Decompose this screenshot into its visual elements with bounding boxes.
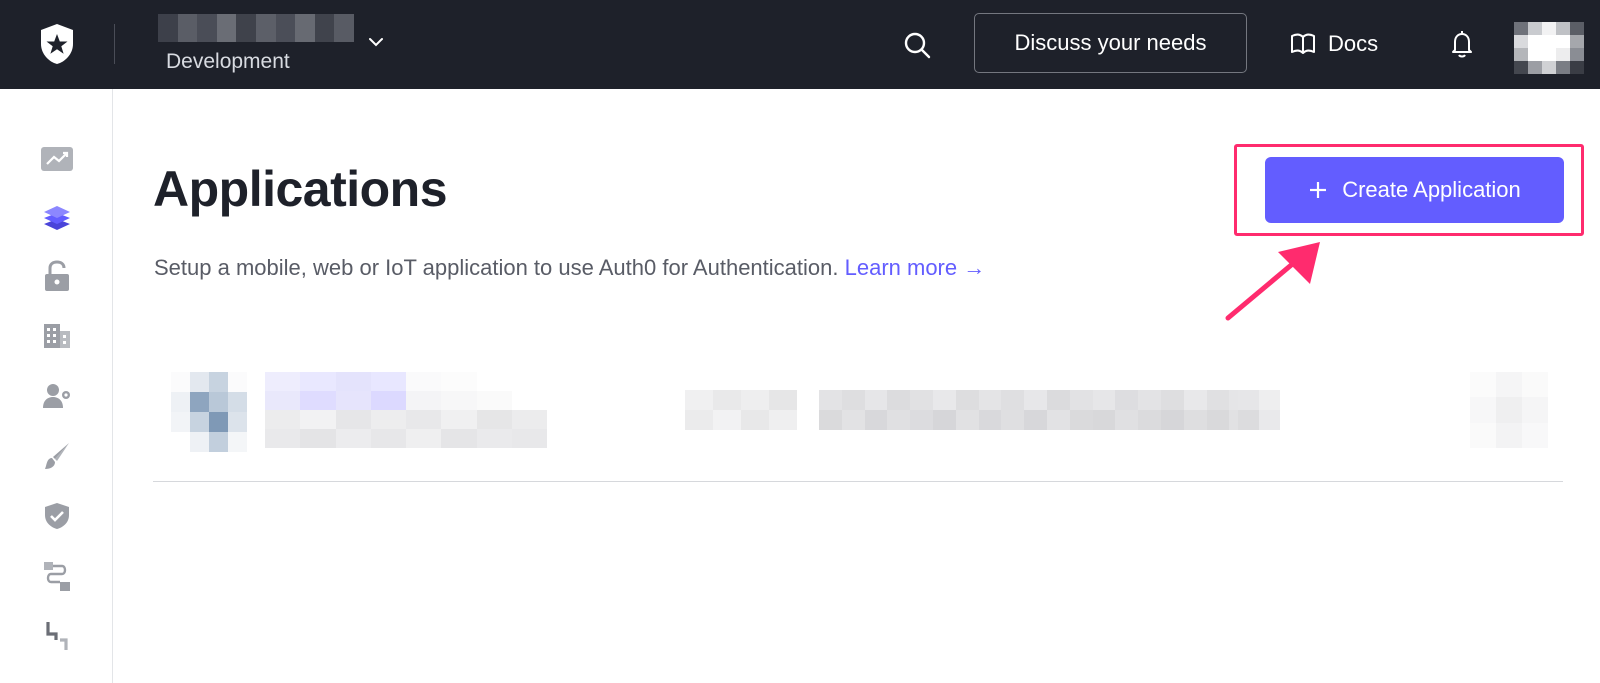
application-row[interactable]: [153, 372, 1563, 482]
description-text: Setup a mobile, web or IoT application t…: [154, 255, 839, 280]
sidebar-item-actions[interactable]: [40, 559, 74, 593]
authentication-lock-icon: [45, 260, 69, 291]
sidebar-item-security[interactable]: [40, 499, 74, 533]
pointer-arrow-annotation: [1225, 242, 1320, 321]
actions-flow-icon: [44, 562, 70, 591]
docs-link[interactable]: Docs: [1290, 26, 1378, 62]
learn-more-link[interactable]: Learn more →: [845, 255, 986, 280]
create-application-label: Create Application: [1342, 177, 1521, 202]
auth0-logo-icon[interactable]: [33, 20, 81, 68]
tenant-name-redacted[interactable]: [158, 14, 354, 42]
sidebar-item-organizations[interactable]: [40, 319, 74, 353]
notifications-bell-icon[interactable]: [1447, 28, 1477, 60]
copy-client-id-redacted[interactable]: [1238, 390, 1280, 430]
sidebar-item-activity[interactable]: [40, 142, 74, 176]
search-icon[interactable]: [900, 28, 934, 62]
sidebar-item-authentication[interactable]: [40, 259, 74, 293]
applications-layers-icon: [44, 206, 70, 230]
activity-chart-icon: [41, 147, 73, 171]
discuss-your-needs-button[interactable]: Discuss your needs: [974, 13, 1247, 73]
page-title: Applications: [153, 161, 448, 217]
branding-brush-icon: [45, 443, 69, 469]
client-id-redacted: [819, 390, 1275, 430]
application-logo-redacted: [171, 372, 247, 452]
docs-label: Docs: [1328, 31, 1379, 56]
sidebar-item-auth-pipeline[interactable]: [40, 619, 74, 653]
chevron-down-icon[interactable]: [366, 32, 386, 52]
application-name-redacted: [265, 372, 547, 448]
organizations-building-icon: [44, 324, 70, 348]
sidebar-item-applications[interactable]: [40, 201, 74, 235]
plus-icon: [1310, 182, 1327, 198]
sidebar: [0, 89, 113, 683]
user-avatar[interactable]: [1514, 22, 1584, 74]
sidebar-item-branding[interactable]: [40, 439, 74, 473]
sidebar-item-user-management[interactable]: [40, 379, 74, 413]
security-shield-icon: [45, 503, 69, 529]
page-description: Setup a mobile, web or IoT application t…: [154, 255, 985, 281]
row-menu-redacted[interactable]: [1470, 372, 1548, 448]
application-type-redacted: [685, 390, 797, 430]
book-icon: [1291, 33, 1315, 54]
tenant-environment-label[interactable]: Development: [166, 50, 290, 74]
top-navigation-bar: Development Discuss your needs Docs: [0, 0, 1600, 89]
top-divider: [114, 24, 115, 64]
auth-pipeline-icon: [46, 622, 68, 650]
user-management-icon: [43, 384, 70, 408]
create-application-button[interactable]: Create Application: [1265, 157, 1564, 223]
